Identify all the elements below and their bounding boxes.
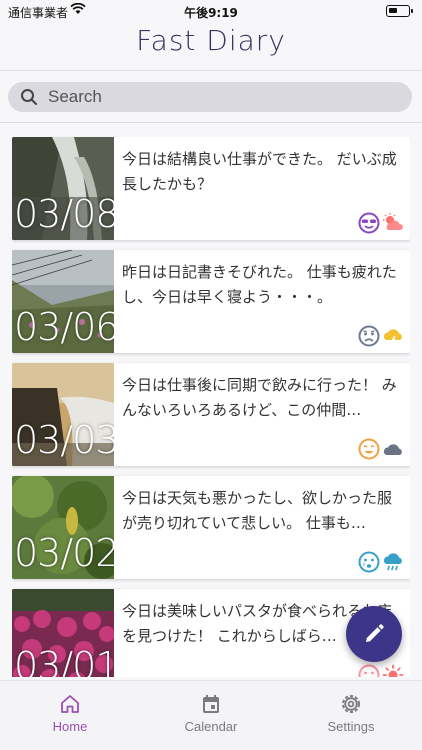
entry-date: 03/01	[14, 644, 114, 677]
list-divider	[0, 122, 422, 123]
sad-face-icon	[358, 325, 380, 347]
diary-entry[interactable]: 03/02 今日は天気も悪かったし、欲しかった服が売り切れていて悲しい。 仕事も…	[12, 476, 410, 579]
entry-text: 今日は天気も悪かったし、欲しかった服が売り切れていて悲しい。 仕事も…	[122, 489, 393, 532]
entry-date: 03/03	[14, 418, 114, 462]
search-icon	[21, 89, 37, 105]
status-bar: 通信事業者 午後9:19	[0, 0, 422, 22]
clock: 午後9:19	[184, 6, 238, 20]
entry-photo: 03/08	[12, 137, 114, 240]
entry-photo: 03/06	[12, 250, 114, 353]
calendar-icon	[203, 695, 219, 713]
cloud-icon	[383, 444, 402, 455]
tab-home-label: Home	[52, 719, 88, 734]
tab-settings[interactable]: Settings	[291, 693, 411, 734]
tab-calendar[interactable]: Calendar	[151, 693, 271, 734]
tab-bar: Home Calendar Settings	[0, 680, 422, 750]
pencil-icon	[366, 624, 384, 642]
gear-icon	[342, 695, 360, 713]
partly-cloudy-icon	[383, 213, 403, 230]
entry-photo: 03/03	[12, 363, 114, 466]
new-entry-button[interactable]	[346, 606, 402, 662]
home-icon	[61, 695, 79, 713]
tab-settings-label: Settings	[327, 719, 375, 734]
app-title: Fast Diary	[136, 24, 286, 57]
diary-list[interactable]: 03/08 今日は結構良い仕事ができた。 だいぶ成長したかも？ 03/06 昨日…	[12, 137, 410, 677]
diary-entry[interactable]: 03/06 昨日は日記書きそびれた。 仕事も疲れたし、今日は早く寝よう・・・。	[12, 250, 410, 353]
diary-entry[interactable]: 03/03 今日は仕事後に同期で飲みに行った！ みんないろいろあるけど、この仲間…	[12, 363, 410, 466]
battery-icon	[386, 5, 413, 17]
entry-photo: 03/02	[12, 476, 114, 579]
entry-text: 今日は仕事後に同期で飲みに行った！ みんないろいろあるけど、この仲間…	[122, 376, 397, 419]
entry-photo: 03/01	[12, 589, 114, 677]
happy-face-icon	[358, 438, 380, 460]
cool-face-icon	[358, 212, 380, 234]
entry-text: 今日は結構良い仕事ができた。 だいぶ成長したかも？	[122, 150, 397, 193]
smile-face-icon	[358, 664, 380, 677]
rain-cloud-icon	[383, 553, 402, 571]
tab-calendar-label: Calendar	[184, 719, 238, 734]
entry-date: 03/02	[14, 531, 114, 575]
search-bar[interactable]	[8, 82, 412, 112]
entry-date: 03/06	[14, 305, 114, 349]
thunder-cloud-icon	[383, 329, 402, 346]
entry-date: 03/08	[14, 192, 114, 236]
crying-face-icon	[358, 551, 380, 573]
entry-text: 昨日は日記書きそびれた。 仕事も疲れたし、今日は早く寝よう・・・。	[122, 263, 397, 306]
sunny-icon	[382, 664, 404, 677]
search-input[interactable]	[48, 87, 388, 107]
header-divider	[0, 70, 422, 71]
tab-home[interactable]: Home	[10, 693, 130, 734]
diary-entry[interactable]: 03/08 今日は結構良い仕事ができた。 だいぶ成長したかも？	[12, 137, 410, 240]
